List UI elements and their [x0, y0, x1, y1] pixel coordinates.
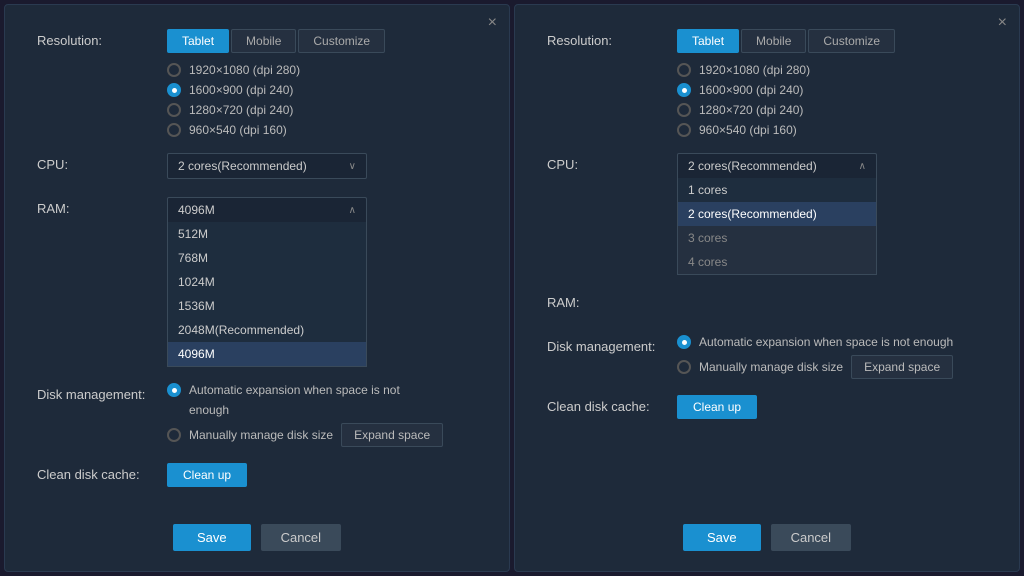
right-footer: Save Cancel [547, 512, 987, 551]
right-cpu-opt-2[interactable]: 2 cores(Recommended) [678, 202, 876, 226]
right-ram-row: RAM: [547, 291, 987, 319]
right-cpu-opt-1[interactable]: 1 cores [678, 178, 876, 202]
left-expand-button[interactable]: Expand space [341, 423, 443, 447]
left-resolution-options: 1920×1080 (dpi 280) 1600×900 (dpi 240) 1… [167, 63, 477, 137]
right-radio-1280 [677, 103, 691, 117]
right-resolution-row: Resolution: Tablet Mobile Customize 1920… [547, 29, 987, 137]
right-res-1280[interactable]: 1280×720 (dpi 240) [677, 103, 987, 117]
right-cancel-button[interactable]: Cancel [771, 524, 851, 551]
right-res-1600[interactable]: 1600×900 (dpi 240) [677, 83, 987, 97]
right-expand-button[interactable]: Expand space [851, 355, 953, 379]
left-res-1280[interactable]: 1280×720 (dpi 240) [167, 103, 477, 117]
left-radio-1600 [167, 83, 181, 97]
right-resolution-content: Tablet Mobile Customize 1920×1080 (dpi 2… [677, 29, 987, 137]
left-disk-label: Disk management: [37, 383, 167, 402]
right-cpu-dropdown: 1 cores 2 cores(Recommended) 3 cores 4 c… [677, 178, 877, 275]
left-resolution-content: Tablet Mobile Customize 1920×1080 (dpi 2… [167, 29, 477, 137]
right-clean-label: Clean disk cache: [547, 395, 677, 414]
left-ram-row: RAM: 4096M ∧ 512M 768M 1024M 1536M 2048M… [37, 197, 477, 367]
left-radio-1920 [167, 63, 181, 77]
left-res-960[interactable]: 960×540 (dpi 160) [167, 123, 477, 137]
right-disk-manual-row: Manually manage disk size Expand space [677, 355, 987, 379]
left-res-1920[interactable]: 1920×1080 (dpi 280) [167, 63, 477, 77]
left-tab-tablet[interactable]: Tablet [167, 29, 229, 53]
right-clean-content: Clean up [677, 395, 987, 419]
left-clean-row: Clean disk cache: Clean up [37, 463, 477, 491]
left-radio-960 [167, 123, 181, 137]
left-tab-customize[interactable]: Customize [298, 29, 385, 53]
left-clean-content: Clean up [167, 463, 477, 487]
right-tab-group: Tablet Mobile Customize [677, 29, 987, 53]
left-tab-mobile[interactable]: Mobile [231, 29, 296, 53]
right-disk-content: Automatic expansion when space is not en… [677, 335, 987, 379]
left-clean-label: Clean disk cache: [37, 463, 167, 482]
left-disk-manual-row: Manually manage disk size Expand space [167, 423, 477, 447]
right-cpu-label: CPU: [547, 153, 677, 172]
left-tab-group: Tablet Mobile Customize [167, 29, 477, 53]
right-tab-tablet[interactable]: Tablet [677, 29, 739, 53]
left-cpu-select[interactable]: 2 cores(Recommended) ∨ [167, 153, 367, 179]
right-clean-row: Clean disk cache: Clean up [547, 395, 987, 423]
left-ram-opt-2048[interactable]: 2048M(Recommended) [168, 318, 366, 342]
left-ram-opt-4096[interactable]: 4096M [168, 342, 366, 366]
right-cpu-arrow-icon: ∧ [859, 161, 866, 172]
right-ram-label: RAM: [547, 291, 677, 310]
left-cleanup-button[interactable]: Clean up [167, 463, 247, 487]
right-cleanup-button[interactable]: Clean up [677, 395, 757, 419]
left-cancel-button[interactable]: Cancel [261, 524, 341, 551]
right-cpu-opt-3[interactable]: 3 cores [678, 226, 876, 250]
left-disk-manual[interactable]: Manually manage disk size [167, 428, 333, 442]
right-disk-auto-radio [677, 335, 691, 349]
right-resolution-label: Resolution: [547, 29, 677, 48]
right-radio-960 [677, 123, 691, 137]
left-footer: Save Cancel [37, 512, 477, 551]
right-res-1920[interactable]: 1920×1080 (dpi 280) [677, 63, 987, 77]
left-ram-opt-512[interactable]: 512M [168, 222, 366, 246]
right-tab-customize[interactable]: Customize [808, 29, 895, 53]
right-cpu-opt-4[interactable]: 4 cores [678, 250, 876, 274]
left-ram-select[interactable]: 4096M ∧ [167, 197, 367, 222]
left-cpu-label: CPU: [37, 153, 167, 172]
right-close-button[interactable]: × [998, 15, 1007, 31]
right-disk-manual[interactable]: Manually manage disk size [677, 360, 843, 374]
right-disk-row: Disk management: Automatic expansion whe… [547, 335, 987, 379]
right-dialog: × Resolution: Tablet Mobile Customize 19… [514, 4, 1020, 572]
left-resolution-row: Resolution: Tablet Mobile Customize 1920… [37, 29, 477, 137]
left-disk-auto-line2: enough [189, 403, 477, 417]
left-disk-content: Automatic expansion when space is not en… [167, 383, 477, 447]
left-ram-opt-1536[interactable]: 1536M [168, 294, 366, 318]
left-ram-opt-768[interactable]: 768M [168, 246, 366, 270]
left-ram-arrow-icon: ∧ [349, 205, 356, 216]
left-res-1600[interactable]: 1600×900 (dpi 240) [167, 83, 477, 97]
right-resolution-options: 1920×1080 (dpi 280) 1600×900 (dpi 240) 1… [677, 63, 987, 137]
right-save-button[interactable]: Save [683, 524, 761, 551]
right-disk-auto[interactable]: Automatic expansion when space is not en… [677, 335, 987, 349]
right-radio-1600 [677, 83, 691, 97]
left-ram-content: 4096M ∧ 512M 768M 1024M 1536M 2048M(Reco… [167, 197, 477, 367]
right-cpu-content: 2 cores(Recommended) ∧ 1 cores 2 cores(R… [677, 153, 987, 275]
right-cpu-select[interactable]: 2 cores(Recommended) ∧ [677, 153, 877, 178]
main-container: × Resolution: Tablet Mobile Customize 19… [0, 0, 1024, 576]
right-tab-mobile[interactable]: Mobile [741, 29, 806, 53]
left-cpu-content: 2 cores(Recommended) ∨ [167, 153, 477, 179]
right-radio-1920 [677, 63, 691, 77]
left-ram-label: RAM: [37, 197, 167, 216]
left-ram-opt-1024[interactable]: 1024M [168, 270, 366, 294]
right-cpu-row: CPU: 2 cores(Recommended) ∧ 1 cores 2 co… [547, 153, 987, 275]
right-disk-label: Disk management: [547, 335, 677, 354]
left-disk-auto-radio [167, 383, 181, 397]
left-disk-row: Disk management: Automatic expansion whe… [37, 383, 477, 447]
right-disk-manual-radio [677, 360, 691, 374]
left-disk-manual-radio [167, 428, 181, 442]
left-cpu-row: CPU: 2 cores(Recommended) ∨ [37, 153, 477, 181]
left-radio-1280 [167, 103, 181, 117]
left-disk-auto[interactable]: Automatic expansion when space is not [167, 383, 477, 397]
left-save-button[interactable]: Save [173, 524, 251, 551]
right-res-960[interactable]: 960×540 (dpi 160) [677, 123, 987, 137]
left-resolution-label: Resolution: [37, 29, 167, 48]
left-ram-dropdown: 512M 768M 1024M 1536M 2048M(Recommended)… [167, 222, 367, 367]
left-cpu-arrow-icon: ∨ [349, 161, 356, 172]
left-close-button[interactable]: × [488, 15, 497, 31]
left-dialog: × Resolution: Tablet Mobile Customize 19… [4, 4, 510, 572]
